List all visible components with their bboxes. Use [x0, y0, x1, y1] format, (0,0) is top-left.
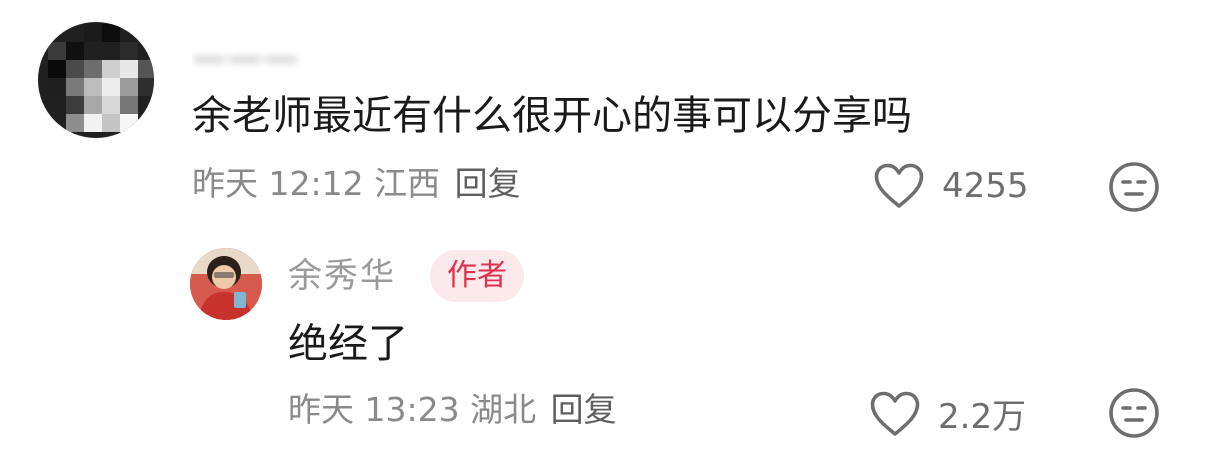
- avatar-pixel: [66, 60, 84, 78]
- comment-like-count: 4255: [942, 166, 1029, 206]
- commenter-username-text: 一一一: [192, 42, 300, 70]
- comment-body: 余老师最近有什么很开心的事可以分享吗: [192, 93, 912, 139]
- avatar-pixel: [102, 24, 120, 42]
- avatar-pixel: [48, 42, 66, 60]
- commenter-avatar[interactable]: [38, 22, 154, 138]
- avatar-pixel: [138, 60, 154, 78]
- reply-body: 绝经了: [288, 321, 408, 367]
- avatar-pixel: [120, 42, 138, 60]
- comment-reply-button[interactable]: 回复: [455, 164, 521, 203]
- avatar-pixel: [84, 96, 102, 114]
- avatar-pixel: [102, 60, 120, 78]
- avatar-pixel: [66, 96, 84, 114]
- avatar-pixel: [102, 96, 120, 114]
- avatar-pixel: [66, 78, 84, 96]
- heart-outline-icon: [874, 163, 924, 208]
- meh-face-icon[interactable]: [1108, 161, 1160, 213]
- author-username[interactable]: 余秀华: [288, 252, 396, 300]
- author-avatar[interactable]: [190, 248, 262, 320]
- reply-like-button[interactable]: 2.2万: [870, 389, 1026, 438]
- meh-face-icon[interactable]: [1108, 387, 1160, 439]
- reply-time: 13:23: [364, 390, 460, 429]
- avatar-pixel: [66, 114, 84, 132]
- reply-meta: 昨天 13:23 湖北 回复: [288, 388, 617, 432]
- author-photo: [190, 248, 262, 320]
- avatar-pixel: [48, 78, 66, 96]
- avatar-pixel: [48, 60, 66, 78]
- reply-date: 昨天: [288, 390, 354, 429]
- avatar-pixel: [66, 42, 84, 60]
- reply-like-count: 2.2万: [938, 397, 1027, 437]
- reply-location: 湖北: [470, 390, 537, 429]
- avatar-pixel: [138, 78, 154, 96]
- avatar-pixel: [84, 78, 102, 96]
- avatar-pixel: [120, 78, 138, 96]
- author-badge: 作者: [430, 250, 524, 302]
- reply-reply-button[interactable]: 回复: [551, 390, 617, 429]
- avatar-pixel: [84, 114, 102, 132]
- comment-like-button[interactable]: 4255: [874, 163, 1029, 209]
- avatar-pixel: [102, 114, 120, 132]
- avatar-pixel: [102, 78, 120, 96]
- commenter-username[interactable]: 一一一: [192, 26, 442, 70]
- avatar-pixel: [84, 24, 102, 42]
- avatar-pixel: [120, 96, 138, 114]
- comment-meta: 昨天 12:12 江西 回复: [192, 162, 521, 206]
- avatar-pixel: [84, 60, 102, 78]
- heart-outline-icon: [870, 391, 920, 436]
- comment-location: 江西: [374, 164, 441, 203]
- comment-time: 12:12: [268, 164, 364, 203]
- comment-date: 昨天: [192, 164, 258, 203]
- avatar-pixel: [120, 114, 138, 132]
- avatar-pixel: [120, 60, 138, 78]
